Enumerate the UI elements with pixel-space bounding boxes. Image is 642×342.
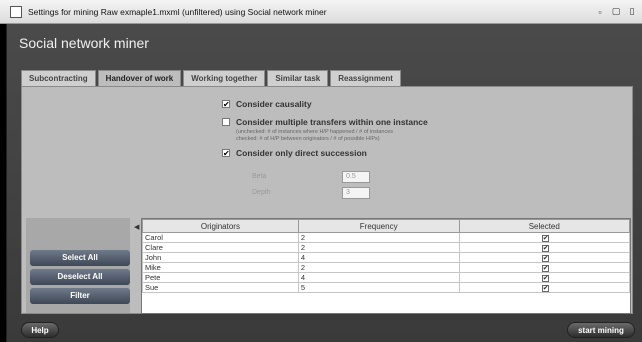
beta-label: Beta [252,173,267,180]
option-direct-succession[interactable]: ✔ Consider only direct succession [222,146,428,160]
row-checkbox[interactable]: ✔ [541,265,549,272]
direct-succession-label: Consider only direct succession [236,148,367,158]
cell-frequency: 2 [297,262,460,273]
cell-selected: ✔ [458,232,630,243]
row-checkbox[interactable]: ✔ [541,285,549,292]
tab-bar: Subcontracting Handover of work Working … [21,70,403,86]
originator-buttons: Select All Deselect All Filter [26,218,130,313]
cell-originator: Clare [142,242,299,253]
window-title: Settings for mining Raw exmaple1.mxml (u… [28,6,327,17]
select-all-button[interactable]: Select All [30,250,130,266]
cell-selected: ✔ [458,262,630,273]
multiple-note-2: checked: # of H/P between originators / … [236,136,380,142]
causality-label: Consider causality [236,99,312,109]
table-row: Sue 5 ✔ [142,282,630,293]
options-group: ✔ Consider causality Consider multiple t… [222,97,428,160]
collapse-arrow-icon[interactable]: ◀ [134,223,139,231]
close-icon[interactable]: ▯ [626,6,638,17]
table-row: Carol 2 ✔ [142,232,630,243]
cell-frequency: 4 [297,252,460,263]
causality-checkbox[interactable]: ✔ [222,100,230,109]
table-row: Clare 2 ✔ [142,242,630,253]
multiple-transfers-checkbox[interactable] [222,118,230,126]
settings-panel: ✔ Consider causality Consider multiple t… [21,86,633,314]
cell-selected: ✔ [458,242,630,253]
table-header-row: Originators Frequency Selected [142,219,630,233]
multiple-transfers-label: Consider multiple transfers within one i… [236,117,428,127]
cell-originator: Sue [142,282,299,293]
main-frame: Social network miner Subcontracting Hand… [6,24,642,342]
tab-subcontracting[interactable]: Subcontracting [21,70,96,86]
app-window-icon [10,5,22,18]
cell-originator: Carol [142,232,299,243]
help-button[interactable]: Help [21,322,59,338]
cell-selected: ✔ [458,282,630,293]
row-checkbox[interactable]: ✔ [541,235,549,242]
depth-input[interactable]: 3 [342,187,370,199]
col-frequency[interactable]: Frequency [297,219,460,233]
maximize-icon[interactable]: ▢ [610,6,622,17]
cell-originator: Pete [142,272,299,283]
row-checkbox[interactable]: ✔ [541,245,549,252]
col-originators[interactable]: Originators [142,219,299,233]
cell-selected: ✔ [458,272,630,283]
filter-button[interactable]: Filter [30,288,130,304]
cell-frequency: 5 [297,282,460,293]
table-row: Mike 2 ✔ [142,262,630,273]
cell-frequency: 2 [297,242,460,253]
table-row: Pete 4 ✔ [142,272,630,283]
cell-selected: ✔ [458,252,630,263]
beta-input[interactable]: 0.5 [342,171,370,183]
tab-reassignment[interactable]: Reassignment [330,70,401,86]
tab-working-together[interactable]: Working together [183,70,266,86]
cell-originator: Mike [142,262,299,273]
multiple-note-1: (unchecked: # of instances where H/P hap… [236,129,394,135]
tab-similar-task[interactable]: Similar task [267,70,329,86]
direct-succession-checkbox[interactable]: ✔ [222,149,230,158]
start-mining-button[interactable]: start mining [567,322,635,338]
depth-label: Depth [252,189,271,196]
deselect-all-button[interactable]: Deselect All [30,269,130,285]
col-selected[interactable]: Selected [458,219,630,233]
row-checkbox[interactable]: ✔ [541,255,549,262]
originators-table: Originators Frequency Selected Carol 2 ✔… [141,218,631,314]
tab-handover-of-work[interactable]: Handover of work [97,70,182,86]
table-row: John 4 ✔ [142,252,630,263]
option-multiple-transfers[interactable]: Consider multiple transfers within one i… [222,115,428,129]
row-checkbox[interactable]: ✔ [541,275,549,282]
window-titlebar: Settings for mining Raw exmaple1.mxml (u… [0,0,642,24]
cell-frequency: 2 [297,232,460,243]
page-title: Social network miner [19,35,149,51]
option-causality[interactable]: ✔ Consider causality [222,97,428,111]
cell-frequency: 4 [297,272,460,283]
cell-originator: John [142,252,299,263]
minimize-icon[interactable]: ▫ [594,7,606,17]
